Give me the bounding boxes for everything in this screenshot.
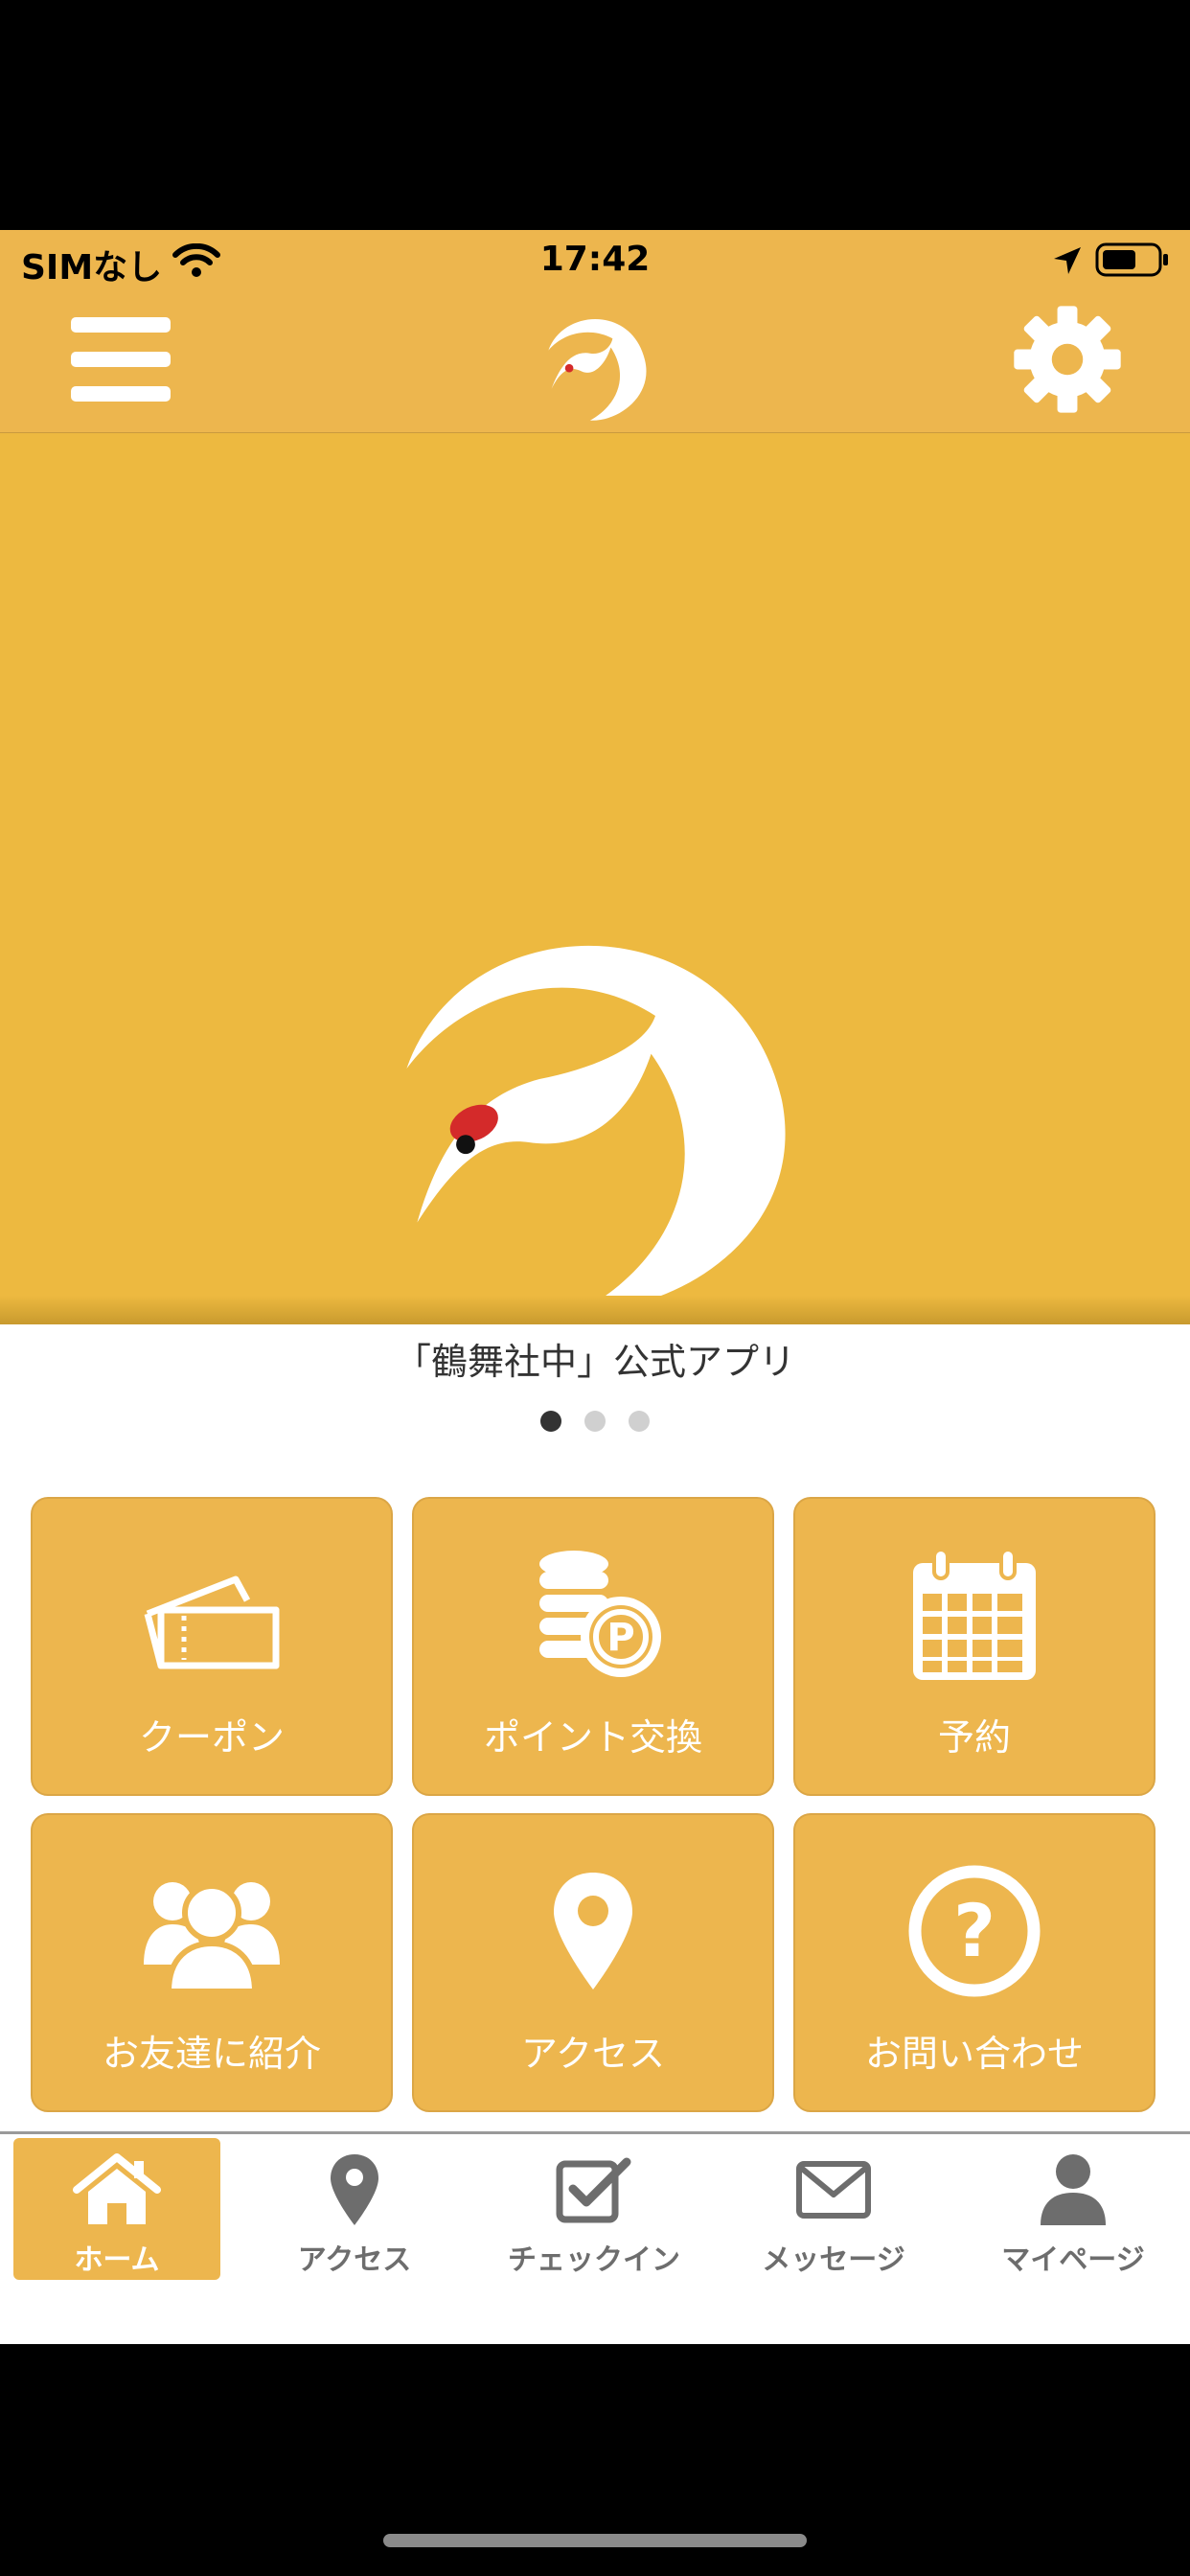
checkbox-icon — [556, 2157, 631, 2223]
location-arrow-icon — [1054, 247, 1081, 274]
status-bar: SIMなし 17:42 — [0, 230, 1190, 291]
menu-tile-label: お友達に紹介 — [102, 2033, 321, 2075]
menu-tile-coupon[interactable]: クーポン — [31, 1497, 393, 1796]
tab-access[interactable]: アクセス — [251, 2138, 458, 2280]
menu-tile-access[interactable]: アクセス — [412, 1813, 774, 2112]
menu-tile-label: クーポン — [138, 1716, 285, 1759]
menu-tile-reservation[interactable]: 予約 — [793, 1497, 1156, 1796]
ticket-icon — [144, 1576, 280, 1669]
menu-tile-label: ポイント交換 — [483, 1716, 702, 1759]
svg-text:?: ? — [953, 1888, 995, 1973]
menu-grid: クーポン P ポイント交換 予約 お友達に紹介 アクセス ? お問い合わせ — [31, 1497, 1157, 2112]
tab-label: チェックイン — [508, 2243, 680, 2277]
crane-logo — [548, 319, 647, 421]
tab-mypage[interactable]: マイページ — [970, 2138, 1177, 2280]
menu-tile-contact[interactable]: ? お問い合わせ — [793, 1813, 1156, 2112]
pager-dot[interactable] — [629, 1411, 650, 1432]
home-indicator[interactable] — [383, 2534, 807, 2547]
crane-logo — [406, 945, 786, 1311]
settings-button[interactable] — [1010, 306, 1125, 413]
tab-label: マイページ — [1001, 2243, 1145, 2277]
hamburger-menu-icon — [71, 317, 171, 402]
top-bar: SIMなし 17:42 — [0, 230, 1190, 434]
menu-button[interactable] — [63, 307, 178, 412]
tab-messages[interactable]: メッセージ — [730, 2138, 937, 2280]
tab-label: メッセージ — [762, 2243, 905, 2277]
map-pin-icon — [331, 2154, 378, 2225]
gear-icon — [1014, 306, 1121, 413]
tab-label: アクセス — [297, 2243, 412, 2277]
pager-dot[interactable] — [584, 1411, 606, 1432]
hero-shadow — [0, 1296, 1190, 1324]
menu-tile-point-exchange[interactable]: P ポイント交換 — [412, 1497, 774, 1796]
envelope-icon — [796, 2161, 871, 2219]
calendar-icon — [913, 1548, 1036, 1680]
question-icon: ? — [908, 1865, 1041, 1997]
hero-banner[interactable] — [0, 433, 1190, 1324]
tab-checkin[interactable]: チェックイン — [491, 2138, 698, 2280]
pager-dot[interactable] — [540, 1411, 561, 1432]
app-screen: SIMなし 17:42 「鶴舞社中」公式アプリ クーポン P ポイント交換 予約… — [0, 230, 1190, 2344]
map-pin-icon — [554, 1873, 632, 1990]
carousel-pager — [0, 1411, 1190, 1432]
hero-caption: 「鶴舞社中」公式アプリ — [394, 1341, 795, 1383]
menu-tile-label: 予約 — [937, 1716, 1011, 1759]
user-icon — [1041, 2154, 1106, 2225]
coins-point-icon: P — [539, 1551, 661, 1677]
svg-text:P: P — [606, 1616, 634, 1660]
menu-tile-label: アクセス — [520, 2033, 666, 2075]
tab-label: ホーム — [74, 2243, 160, 2277]
status-time: 17:42 — [539, 240, 651, 279]
menu-tile-label: お問い合わせ — [864, 2033, 1084, 2075]
friends-icon — [144, 1882, 280, 1993]
battery-icon — [1095, 242, 1168, 277]
menu-tile-refer-friend[interactable]: お友達に紹介 — [31, 1813, 393, 2112]
home-icon — [73, 2153, 161, 2224]
tab-home[interactable]: ホーム — [13, 2138, 220, 2280]
bottom-tab-bar: ホーム アクセス チェックイン メッセージ マイページ — [0, 2131, 1190, 2344]
